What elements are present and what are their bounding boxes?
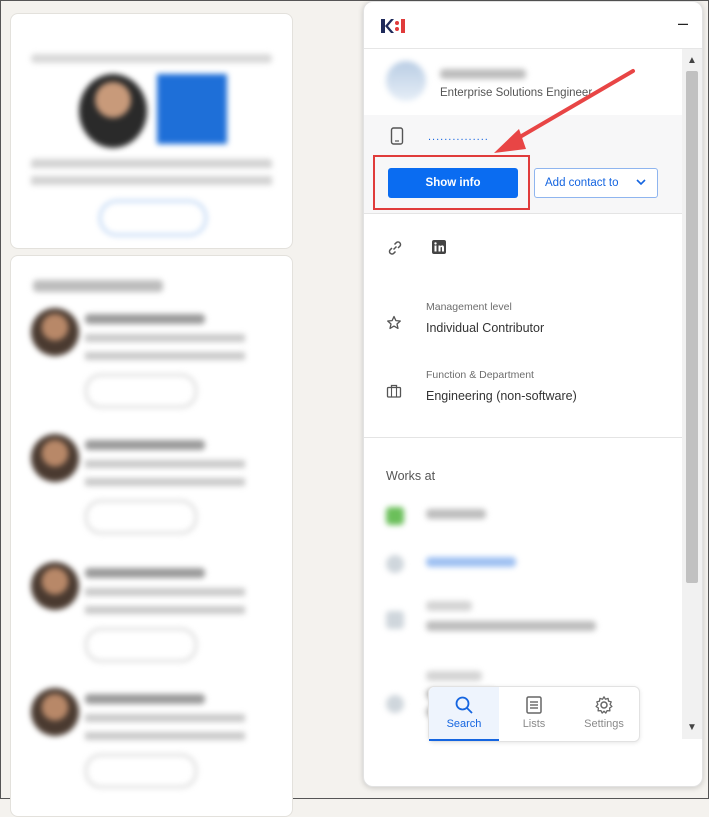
industry-label-placeholder bbox=[426, 601, 472, 611]
list-item[interactable] bbox=[31, 308, 271, 418]
scrollbar-thumb[interactable] bbox=[686, 71, 698, 583]
person-name-placeholder bbox=[85, 568, 205, 578]
panel-header: – bbox=[364, 2, 702, 49]
management-level-field: Management level Individual Contributor bbox=[364, 301, 682, 349]
contact-title: Enterprise Solutions Engineer bbox=[440, 87, 593, 99]
show-info-button[interactable]: Show info bbox=[388, 168, 518, 198]
avatar bbox=[386, 61, 426, 101]
person-headline-placeholder bbox=[85, 460, 245, 488]
person-name-placeholder bbox=[85, 314, 205, 324]
avatar bbox=[31, 688, 79, 736]
company-website-placeholder bbox=[426, 557, 516, 567]
add-contact-label: Add contact to bbox=[545, 177, 619, 189]
person-name-placeholder bbox=[85, 694, 205, 704]
panel-scrollbar[interactable]: ▲ ▼ bbox=[682, 49, 702, 739]
avatar bbox=[31, 308, 79, 356]
sponsored-card bbox=[10, 13, 293, 249]
person-headline-placeholder bbox=[85, 588, 245, 616]
message-button[interactable] bbox=[85, 754, 197, 788]
scroll-up-arrow-icon[interactable]: ▲ bbox=[687, 55, 697, 66]
contact-name-placeholder bbox=[440, 69, 526, 79]
people-also-viewed-card bbox=[10, 255, 293, 817]
function-department-label: Function & Department bbox=[426, 369, 534, 381]
industry-value-placeholder bbox=[426, 621, 596, 631]
chevron-down-icon bbox=[636, 179, 646, 186]
bottom-nav: Search Lists Settings bbox=[428, 686, 640, 742]
works-at-heading: Works at bbox=[386, 469, 436, 483]
app-logo-icon bbox=[381, 19, 405, 33]
ad-person-photo bbox=[79, 74, 147, 148]
nav-settings-label: Settings bbox=[584, 718, 624, 730]
contact-header: Enterprise Solutions Engineer bbox=[364, 49, 682, 115]
company-logo-icon bbox=[386, 507, 404, 525]
scroll-down-arrow-icon[interactable]: ▼ bbox=[687, 722, 697, 733]
linkedin-icon[interactable] bbox=[432, 240, 446, 254]
message-button[interactable] bbox=[85, 628, 197, 662]
contact-info-box: ............... Show info Add contact to bbox=[364, 115, 682, 214]
nav-search-label: Search bbox=[446, 718, 482, 730]
people-list-content bbox=[11, 256, 292, 816]
nav-lists-label: Lists bbox=[522, 718, 546, 730]
message-button[interactable] bbox=[85, 374, 197, 408]
message-button[interactable] bbox=[85, 500, 197, 534]
list-icon bbox=[526, 696, 542, 714]
industry-row bbox=[386, 601, 666, 641]
function-department-value: Engineering (non-software) bbox=[426, 389, 577, 403]
company-name-row[interactable] bbox=[386, 505, 666, 529]
person-headline-placeholder bbox=[85, 714, 245, 742]
person-name-placeholder bbox=[85, 440, 205, 450]
ad-company-logo bbox=[157, 74, 227, 144]
panel-scroll-area[interactable]: Enterprise Solutions Engineer ..........… bbox=[364, 49, 682, 786]
extension-panel: – Enterprise Solutions Engineer ........… bbox=[363, 1, 703, 787]
function-department-field: Function & Department Engineering (non-s… bbox=[364, 369, 682, 417]
location-pin-icon bbox=[386, 695, 404, 713]
ad-text-placeholder bbox=[31, 54, 272, 63]
list-item[interactable] bbox=[31, 688, 271, 798]
people-section-title-placeholder bbox=[33, 280, 163, 292]
phone-number-masked: ............... bbox=[428, 131, 489, 143]
list-item[interactable] bbox=[31, 562, 271, 672]
gear-icon bbox=[595, 696, 613, 714]
avatar bbox=[31, 562, 79, 610]
star-icon bbox=[387, 315, 401, 330]
company-name-placeholder bbox=[426, 509, 486, 519]
person-headline-placeholder bbox=[85, 334, 245, 362]
ad-learn-more-button[interactable] bbox=[99, 200, 207, 236]
add-contact-to-dropdown[interactable]: Add contact to bbox=[534, 168, 658, 198]
company-website-row[interactable] bbox=[386, 553, 666, 577]
avatar bbox=[31, 434, 79, 482]
nav-settings-tab[interactable]: Settings bbox=[569, 687, 639, 741]
globe-icon bbox=[386, 555, 404, 573]
briefcase-icon bbox=[386, 384, 402, 398]
ad-description-placeholder bbox=[31, 159, 272, 187]
management-level-label: Management level bbox=[426, 301, 512, 313]
link-icon[interactable] bbox=[386, 239, 404, 257]
sponsored-card-content bbox=[11, 14, 292, 248]
management-level-value: Individual Contributor bbox=[426, 321, 545, 335]
nav-lists-tab[interactable]: Lists bbox=[499, 687, 569, 741]
search-icon bbox=[455, 696, 473, 714]
industry-icon bbox=[386, 611, 404, 629]
social-links-row bbox=[364, 239, 682, 269]
minimize-button[interactable]: – bbox=[678, 14, 688, 32]
nav-search-tab[interactable]: Search bbox=[429, 687, 499, 741]
list-item[interactable] bbox=[31, 434, 271, 544]
section-divider bbox=[364, 437, 682, 438]
phone-icon bbox=[390, 127, 404, 145]
hq-label-placeholder bbox=[426, 671, 482, 681]
